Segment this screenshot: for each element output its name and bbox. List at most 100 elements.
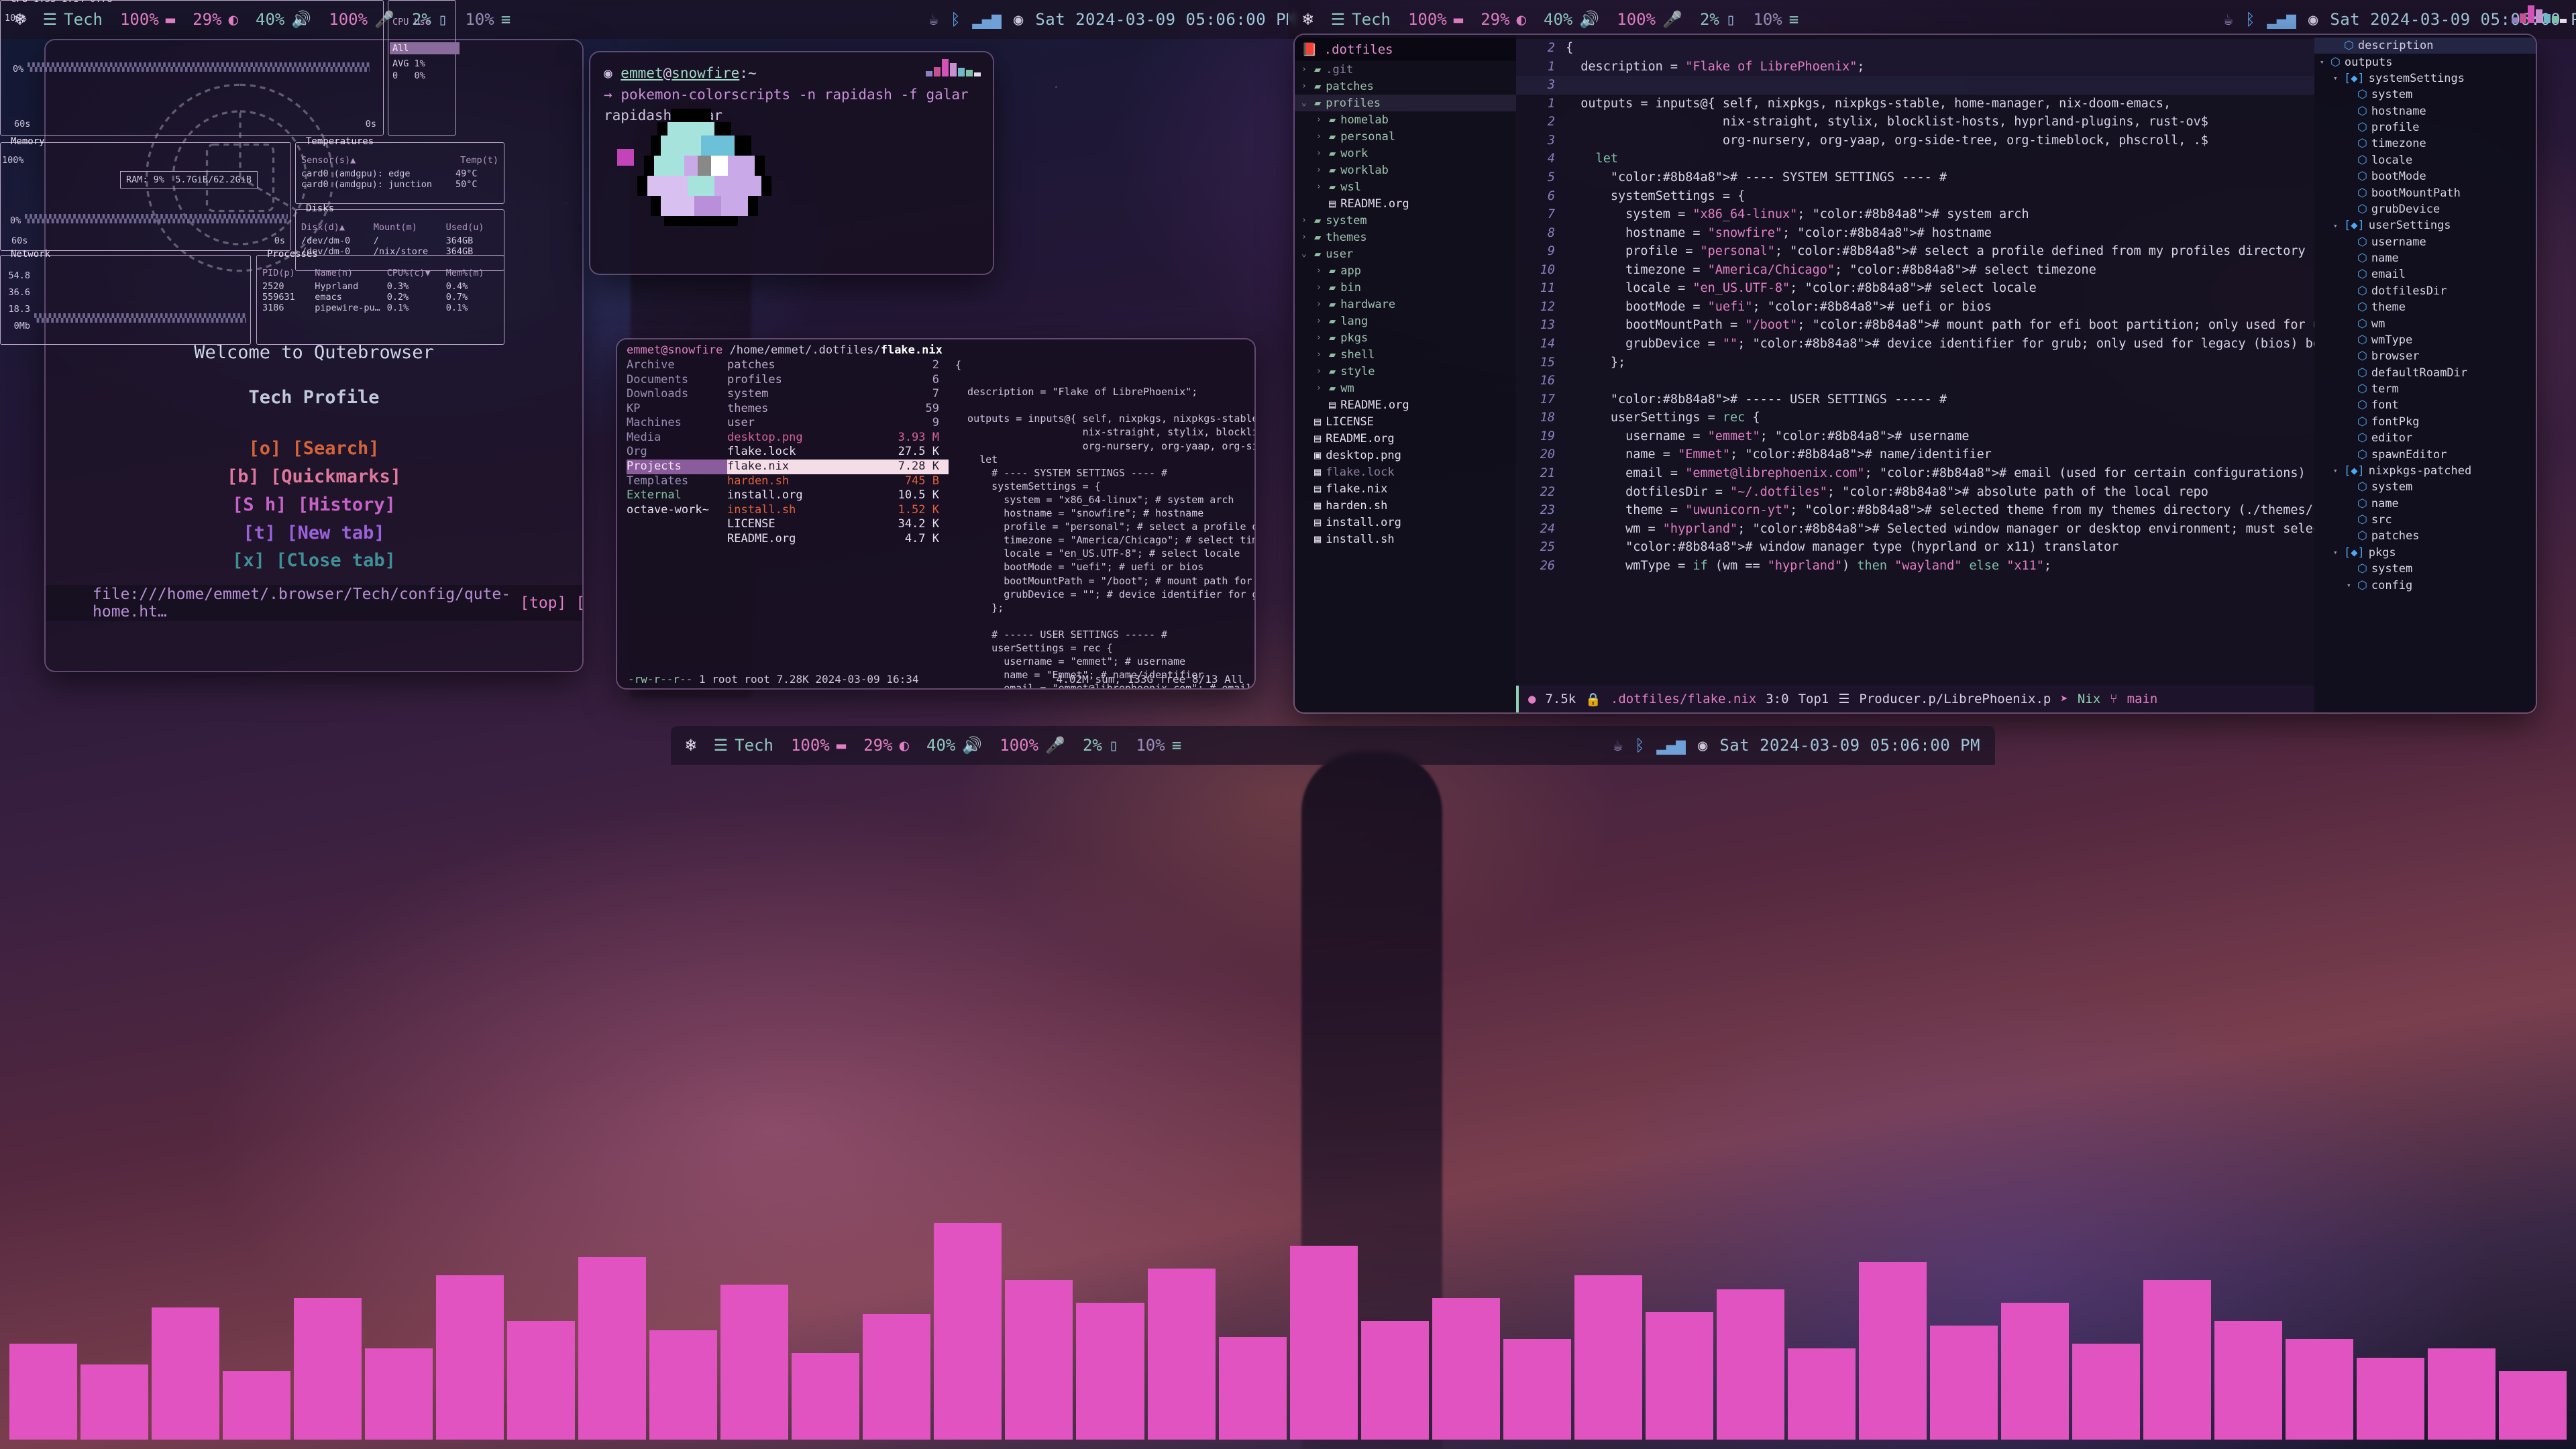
column-header[interactable]: Mem%(m) xyxy=(446,268,498,278)
bluetooth-icon[interactable]: ᛒ xyxy=(951,11,960,28)
shortcut-item[interactable]: [b] [Quickmarks] xyxy=(46,463,582,491)
ranger-parent-item[interactable]: Archive xyxy=(627,358,727,373)
code-line[interactable]: 1 outputs = inputs@{ self, nixpkgs, nixp… xyxy=(1516,95,2314,113)
outline-row[interactable]: ▾ [◆] nixpkgs-patched xyxy=(2314,463,2536,479)
ranger-file-row[interactable]: themes 59 xyxy=(727,402,949,417)
code-line[interactable]: 20 name = "Emmet"; "color:#8b84a8"># nam… xyxy=(1516,445,2314,464)
outline-row[interactable]: ⬡ profile xyxy=(2314,119,2536,136)
wifi-signal-icon[interactable]: ▂▄▆ xyxy=(2267,11,2296,28)
outline-row[interactable]: ⬡ description xyxy=(2314,38,2536,54)
treemacs-row[interactable]: › ▰ pkgs xyxy=(1295,329,1516,346)
treemacs-row[interactable]: ▤ install.org xyxy=(1295,514,1516,531)
treemacs-row[interactable]: › ▰ work xyxy=(1295,145,1516,162)
outline-row[interactable]: ⬡ grubDevice xyxy=(2314,201,2536,217)
treemacs-row[interactable]: ▣ desktop.png xyxy=(1295,447,1516,464)
treemacs-row[interactable]: ▦ install.sh xyxy=(1295,531,1516,547)
code-line[interactable]: 3 xyxy=(1516,76,2314,95)
disc-icon[interactable]: ◉ xyxy=(1014,11,1023,28)
treemacs-row[interactable]: › ▰ themes xyxy=(1295,229,1516,246)
treemacs-row[interactable]: › ▰ shell xyxy=(1295,346,1516,363)
outline-row[interactable]: ▾ ⬡ outputs xyxy=(2314,54,2536,70)
column-header[interactable]: Name(n) xyxy=(315,268,387,278)
cpu-indicator-2[interactable]: 29% ◐ xyxy=(1481,10,1526,29)
treemacs-row[interactable]: ▤ flake.nix xyxy=(1295,480,1516,497)
coffee-off-icon[interactable]: ☕ xyxy=(2224,11,2233,28)
ranger-file-row[interactable]: profiles 6 xyxy=(727,373,949,388)
column-header[interactable]: PID(p) xyxy=(262,268,315,278)
outline-row[interactable]: ⬡ browser xyxy=(2314,348,2536,364)
mic-indicator-2[interactable]: 100% 🎤 xyxy=(1617,10,1682,29)
code-line[interactable]: 8 hostname = "snowfire"; "color:#8b84a8"… xyxy=(1516,224,2314,243)
ranger-parent-item[interactable]: Downloads xyxy=(627,387,727,402)
btop-memory-box[interactable]: Memory 100% 0% ▚▚▚▚▚▚▚▚▚▚▚▚▚▚▚▚▚▚▚▚▚▚▚▚▚… xyxy=(0,136,291,251)
mic-indicator-3[interactable]: 100% 🎤 xyxy=(1000,736,1065,755)
column-header[interactable]: CPU%(c)▼ xyxy=(387,268,446,278)
chevron-icon[interactable]: ▾ xyxy=(2333,466,2340,475)
ranger-file-row[interactable]: system 7 xyxy=(727,387,949,402)
code-line[interactable]: 6 systemSettings = { xyxy=(1516,187,2314,206)
chevron-icon[interactable]: › xyxy=(1316,266,1324,276)
chevron-icon[interactable]: › xyxy=(1301,64,1309,74)
chevron-icon[interactable]: ▾ xyxy=(2320,58,2326,66)
battery-indicator-3[interactable]: 100% ▬ xyxy=(791,736,846,755)
treemacs-row[interactable]: › ▰ worklab xyxy=(1295,162,1516,178)
code-line[interactable]: 21 email = "emmet@librephoenix.com"; "co… xyxy=(1516,464,2314,483)
outline-row[interactable]: ⬡ name xyxy=(2314,250,2536,266)
code-line[interactable]: 4 let xyxy=(1516,150,2314,168)
code-line[interactable]: 23 theme = "uwunicorn-yt"; "color:#8b84a… xyxy=(1516,501,2314,520)
code-line[interactable]: 24 wm = "hyprland"; "color:#8b84a8"># Se… xyxy=(1516,520,2314,539)
code-line[interactable]: 13 bootMountPath = "/boot"; "color:#8b84… xyxy=(1516,316,2314,335)
treemacs-row[interactable]: ▤ README.org xyxy=(1295,396,1516,413)
treemacs-row[interactable]: › ▰ homelab xyxy=(1295,111,1516,128)
column-header[interactable]: Used(u) xyxy=(446,222,498,233)
treemacs-row[interactable]: ⌄ ▰ user xyxy=(1295,246,1516,262)
treemacs-row[interactable]: › ▰ lang xyxy=(1295,313,1516,329)
code-line[interactable]: 9 profile = "personal"; "color:#8b84a8">… xyxy=(1516,242,2314,261)
chevron-icon[interactable]: ▾ xyxy=(2333,548,2340,557)
nix-logo-2[interactable]: ❄ xyxy=(1303,11,1313,28)
treemacs-row[interactable]: › ▰ style xyxy=(1295,363,1516,380)
shortcut-item[interactable]: [S h] [History] xyxy=(46,491,582,519)
ranger-file-row[interactable]: install.sh 1.52 K xyxy=(727,503,949,518)
bluetooth-icon[interactable]: ᛒ xyxy=(2245,11,2255,28)
code-line[interactable]: 17 "color:#8b84a8"># ----- USER SETTINGS… xyxy=(1516,390,2314,409)
ranger-parent-item[interactable]: External xyxy=(627,488,727,503)
shortcut-item[interactable]: [x] [Close tab] xyxy=(46,547,582,575)
outline-row[interactable]: ⬡ defaultRoamDir xyxy=(2314,365,2536,381)
outline-row[interactable]: ⬡ system xyxy=(2314,479,2536,495)
bluetooth-icon[interactable]: ᛒ xyxy=(1635,737,1644,753)
treemacs-row[interactable]: ▤ LICENSE xyxy=(1295,413,1516,430)
chevron-icon[interactable]: › xyxy=(1301,81,1309,91)
ranger-file-row[interactable]: flake.lock 27.5 K xyxy=(727,445,949,460)
ranger-parent-item[interactable]: KP xyxy=(627,402,727,417)
chevron-icon[interactable]: › xyxy=(1316,115,1324,125)
code-line[interactable]: 26 wmType = if (wm == "hyprland") then "… xyxy=(1516,557,2314,576)
chevron-icon[interactable]: › xyxy=(1316,148,1324,158)
chevron-icon[interactable]: › xyxy=(1316,299,1324,309)
emacs-outline-sidebar[interactable]: ⬡ description ▾ ⬡ outputs ▾ [◆] systemSettings ⬡… xyxy=(2314,35,2536,712)
ranger-file-row[interactable]: README.org 4.7 K xyxy=(727,532,949,547)
code-line[interactable]: 12 bootMode = "uefi"; "color:#8b84a8"># … xyxy=(1516,298,2314,317)
outline-row[interactable]: ⬡ theme xyxy=(2314,299,2536,315)
code-line[interactable]: 14 grubDevice = ""; "color:#8b84a8"># de… xyxy=(1516,335,2314,354)
ranger-parent-item[interactable]: Projects xyxy=(627,460,727,474)
code-line[interactable]: 2 nix-straight, stylix, blocklist-hosts,… xyxy=(1516,113,2314,131)
ranger-parent-item[interactable]: octave-work~ xyxy=(627,503,727,518)
chevron-icon[interactable]: › xyxy=(1301,215,1309,225)
code-line[interactable]: 15 }; xyxy=(1516,354,2314,372)
outline-row[interactable]: ⬡ system xyxy=(2314,561,2536,577)
disc-icon[interactable]: ◉ xyxy=(1698,737,1707,753)
coffee-off-icon[interactable]: ☕ xyxy=(1613,737,1623,753)
memory-indicator-2[interactable]: 2% ▯ xyxy=(1700,10,1735,29)
chevron-icon[interactable]: ▾ xyxy=(2333,74,2340,83)
ranger-parent-item[interactable]: Org xyxy=(627,445,727,460)
outline-row[interactable]: ⬡ system xyxy=(2314,87,2536,103)
btop-cpu-selected[interactable]: All xyxy=(390,42,460,54)
code-line[interactable]: 11 locale = "en_US.UTF-8"; "color:#8b84a… xyxy=(1516,279,2314,298)
ranger-file-column[interactable]: patches 2 profiles 6 system 7 themes 59 user 9 des… xyxy=(727,358,949,688)
status-bar-top-right[interactable]: ❄ ☰ Tech 100% ▬ 29% ◐ 40% 🔊 100% 🎤 2% ▯ … xyxy=(1288,0,2576,39)
pokemon-terminal-window[interactable]: ◉ emmet@snowfire:~ → pokemon-colorscript… xyxy=(590,52,993,274)
ranger-file-row[interactable]: harden.sh 745 B xyxy=(727,474,949,489)
disk-indicator-3[interactable]: 10% ≡ xyxy=(1136,736,1181,755)
outline-row[interactable]: ⬡ timezone xyxy=(2314,136,2536,152)
